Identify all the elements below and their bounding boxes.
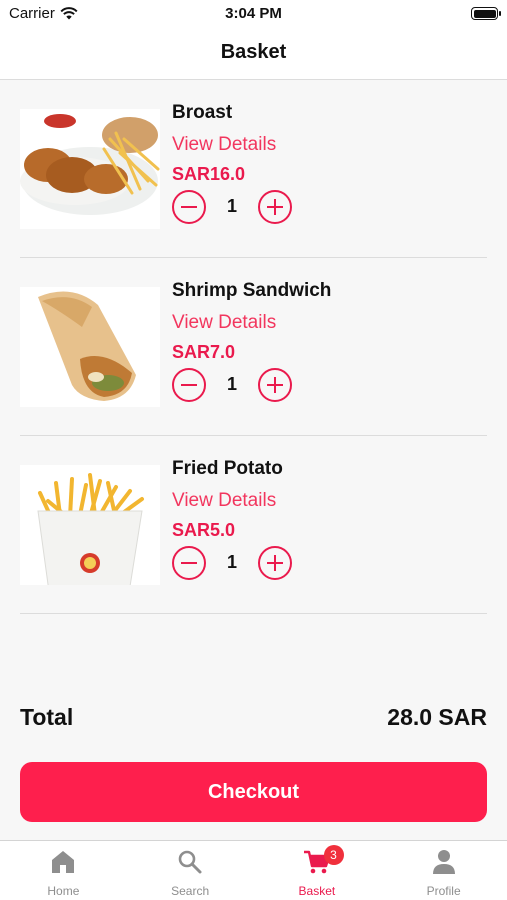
food-image-fried-chicken [20, 109, 160, 229]
person-icon [432, 850, 455, 874]
total-row: Total 28.0 SAR [20, 704, 487, 734]
view-details-link[interactable]: View Details [172, 490, 276, 512]
total-label: Total [20, 704, 74, 730]
view-details-link[interactable]: View Details [172, 312, 276, 334]
minus-icon [181, 561, 197, 564]
basket-item-fried-potato: Fried Potato View Details SAR5.0 1 [20, 436, 487, 614]
decrease-quantity-button[interactable] [172, 368, 206, 402]
nav-bar: Basket [0, 28, 507, 80]
tab-basket[interactable]: 3 Basket [254, 841, 381, 900]
home-icon [52, 851, 75, 873]
tab-profile[interactable]: Profile [380, 841, 507, 900]
quantity-value: 1 [226, 552, 237, 572]
page-title: Basket [220, 41, 287, 63]
quantity-stepper: 1 [172, 368, 292, 404]
quantity-stepper: 1 [172, 546, 292, 582]
cart-count-badge: 3 [323, 845, 344, 865]
tab-label: Profile [426, 884, 461, 898]
item-name: Shrimp Sandwich [172, 280, 332, 301]
status-bar: Carrier 3:04 PM [0, 0, 507, 28]
status-time: 3:04 PM [225, 5, 282, 22]
tab-label: Basket [298, 884, 336, 898]
tab-home[interactable]: Home [0, 841, 127, 900]
tab-label: Home [47, 884, 80, 898]
basket-item-shrimp-sandwich: Shrimp Sandwich View Details SAR7.0 1 [20, 258, 487, 436]
battery-full-icon [471, 7, 501, 20]
search-icon [178, 850, 202, 874]
minus-icon [181, 205, 197, 208]
tab-label: Search [171, 884, 210, 898]
food-image-wrap-sandwich [20, 287, 160, 407]
increase-quantity-button[interactable] [258, 368, 292, 402]
total-value: 28.0 SAR [387, 704, 487, 730]
tab-bar: Home Search 3 Basket Profile [0, 840, 507, 900]
increase-quantity-button[interactable] [258, 190, 292, 224]
item-price: SAR7.0 [172, 342, 236, 362]
quantity-value: 1 [226, 374, 237, 394]
item-price: SAR16.0 [172, 164, 246, 184]
minus-icon [181, 383, 197, 386]
increase-quantity-button[interactable] [258, 546, 292, 580]
tab-search[interactable]: Search [127, 841, 254, 900]
item-name: Fried Potato [172, 458, 283, 479]
item-name: Broast [172, 102, 233, 123]
quantity-stepper: 1 [172, 190, 292, 226]
item-price: SAR5.0 [172, 520, 236, 540]
view-details-link[interactable]: View Details [172, 134, 276, 156]
checkout-button[interactable]: Checkout [20, 762, 487, 822]
food-image-french-fries [20, 465, 160, 585]
decrease-quantity-button[interactable] [172, 546, 206, 580]
quantity-value: 1 [226, 196, 237, 216]
basket-item-broast: Broast View Details SAR16.0 1 [20, 80, 487, 258]
decrease-quantity-button[interactable] [172, 190, 206, 224]
